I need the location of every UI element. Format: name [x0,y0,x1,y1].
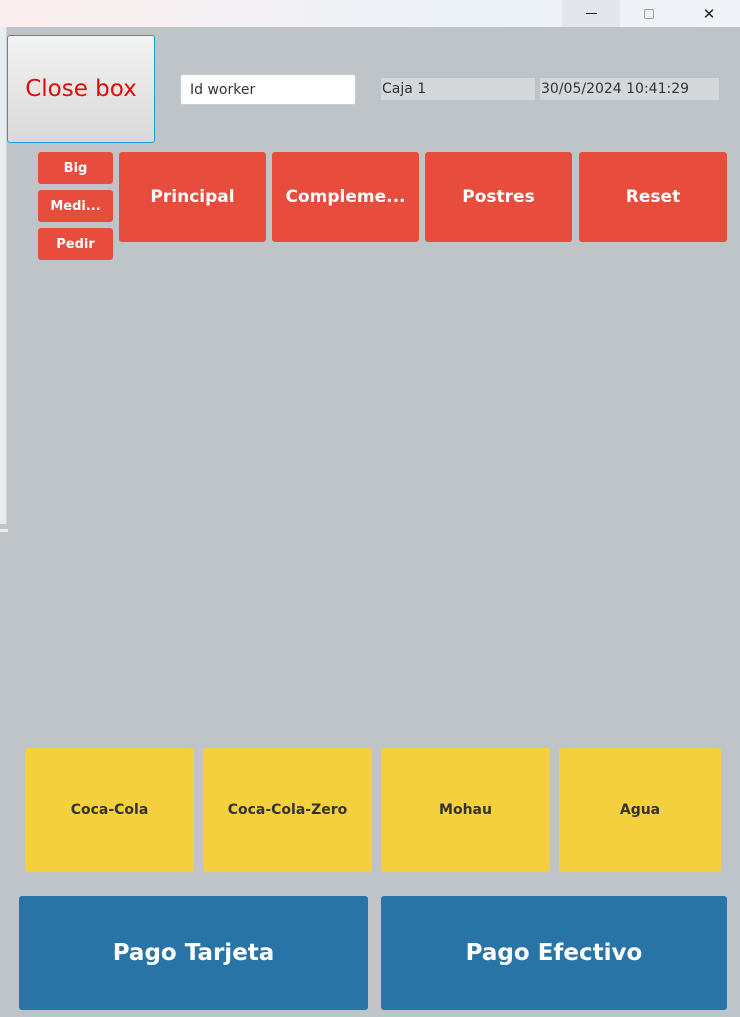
datetime-field: 30/05/2024 10:41:29 [540,78,719,100]
pago-tarjeta-button[interactable]: Pago Tarjeta [19,896,368,1010]
category-postres-button[interactable]: Postres [425,152,572,242]
category-complementos-button[interactable]: Compleme... [272,152,419,242]
drink-agua-button[interactable]: Agua [559,748,721,872]
size-medium-button[interactable]: Medi... [38,190,113,222]
left-edge-strip [0,27,7,524]
drink-coca-cola-zero-button[interactable]: Coca-Cola-Zero [203,748,372,872]
maximize-icon [644,8,654,19]
id-worker-input[interactable] [180,74,356,105]
drink-coca-cola-button[interactable]: Coca-Cola [25,748,194,872]
size-big-button[interactable]: Big [38,152,113,184]
category-principal-button[interactable]: Principal [119,152,266,242]
window-close-button[interactable]: ✕ [680,0,738,27]
close-box-label: Close box [25,76,137,102]
minimize-button[interactable] [562,0,620,27]
reset-button[interactable]: Reset [579,152,727,242]
left-edge-tick [0,529,8,532]
drink-mohau-button[interactable]: Mohau [381,748,550,872]
caja-field: Caja 1 [381,78,535,100]
minimize-icon [585,13,597,14]
close-icon: ✕ [702,4,716,23]
maximize-button[interactable] [620,0,678,27]
pedir-button[interactable]: Pedir [38,228,113,260]
close-box-button[interactable]: Close box [7,35,155,143]
pago-efectivo-button[interactable]: Pago Efectivo [381,896,727,1010]
